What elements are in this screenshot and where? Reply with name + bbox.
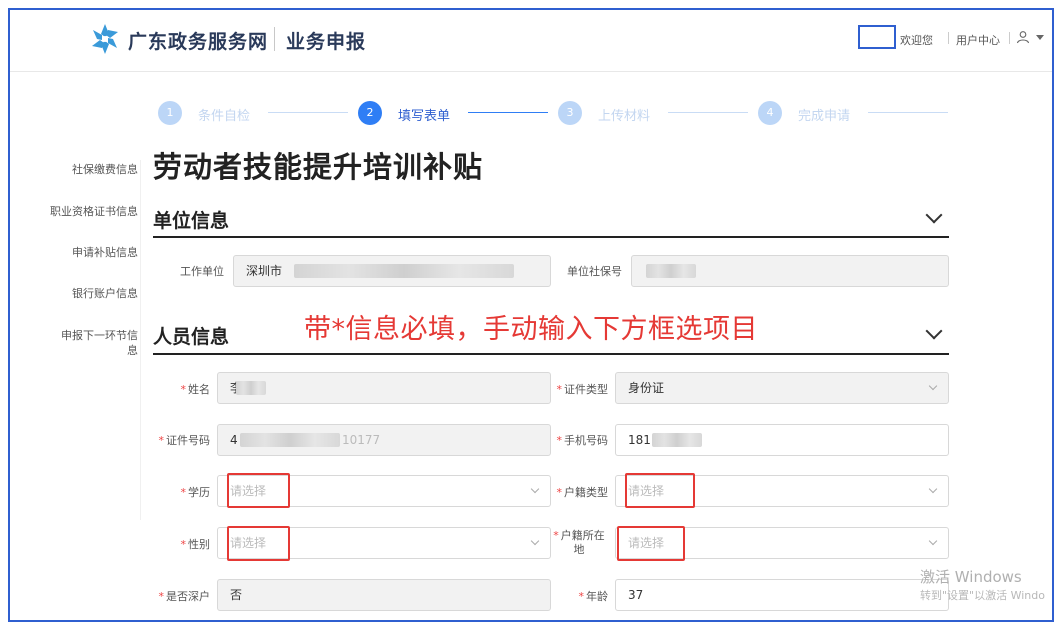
work-unit-value: 深圳市 [246,264,283,278]
header-separator [948,32,949,44]
highlight-box [227,473,290,508]
chevron-down-icon[interactable] [1036,35,1044,40]
section-divider [153,236,949,238]
step-label: 完成申请 [798,109,851,124]
top-header: 广东政务服务网 业务申报 欢迎您 用户中心 [10,10,1052,72]
household-type-label: * 户籍类型 [556,486,609,499]
user-icon[interactable] [1016,30,1030,44]
header-divider [274,27,275,51]
redacted-text [294,264,514,278]
collapse-chevron-icon[interactable] [925,206,943,224]
step-label: 填写表单 [398,109,451,124]
section-name: 业务申报 [286,31,367,53]
site-name[interactable]: 广东政务服务网 [128,27,268,54]
chevron-down-icon [530,536,540,546]
step-number: 2 [358,101,382,125]
step-label: 条件自检 [198,109,251,124]
section-divider [153,353,949,355]
age-value: 37 [628,588,644,602]
redacted-text [646,264,696,278]
name-label: * 姓名 [180,383,211,396]
step-number: 3 [558,101,582,125]
phone-label: * 手机号码 [556,434,609,447]
highlight-box [617,526,685,561]
chevron-down-icon [928,484,938,494]
phone-value: 181 [628,433,651,447]
id-no-field: 4 10177 [217,424,551,456]
nav-divider [140,160,141,520]
highlight-box [227,526,290,561]
collapse-chevron-icon[interactable] [925,322,943,340]
sidenav-item-bank[interactable]: 银行账户信息 [46,286,138,301]
sidenav-item-subsidy[interactable]: 申请补贴信息 [46,245,138,260]
sz-household-label: * 是否深户 [158,590,211,603]
sz-household-value: 否 [230,588,243,602]
sz-household-field: 否 [217,579,551,611]
app-frame: 广东政务服务网 业务申报 欢迎您 用户中心 1 条件自检 2 填写表单 3 上传… [8,8,1054,622]
age-field: 37 [615,579,949,611]
step-connector [468,112,548,113]
id-type-label: * 证件类型 [556,383,609,396]
unit-social-no-label: 单位社保号 [567,265,622,278]
user-center-link[interactable]: 用户中心 [956,32,1000,48]
chevron-down-icon [928,536,938,546]
chevron-down-icon [928,381,938,391]
id-no-value: 4 [230,433,238,447]
id-type-select: 身份证 [615,372,949,404]
work-unit-field: 深圳市 [233,255,551,287]
step-connector [268,112,348,113]
gov-logo-icon [92,24,118,54]
redacted-text [236,381,266,395]
sidenav-item-next-step[interactable]: 申报下一环节信息 [56,328,138,358]
step-number: 1 [158,101,182,125]
redacted-text [240,433,340,447]
page-title: 劳动者技能提升培训补贴 [153,150,484,184]
step-label: 上传材料 [598,109,651,124]
person-section-title: 人员信息 [153,326,230,348]
step-connector [668,112,748,113]
id-type-value: 身份证 [628,381,665,395]
phone-input[interactable]: 181 [615,424,949,456]
unit-section-title: 单位信息 [153,210,230,232]
step-number: 4 [758,101,782,125]
gender-label: * 性别 [180,538,211,551]
activation-watermark-sub: 转到"设置"以激活 Windo [920,589,1045,602]
step-connector [868,112,948,113]
household-loc-label: * 户籍所在地 [553,529,605,556]
header-separator [1009,32,1010,44]
annotation-text: 带*信息必填，手动输入下方框选项目 [304,314,758,345]
id-no-tail: 10177 [342,433,381,447]
activation-watermark: 激活 Windows [920,568,1022,586]
sidenav-item-qualification[interactable]: 职业资格证书信息 [50,204,138,219]
highlight-box [625,473,695,508]
redacted-text [652,433,702,447]
age-label: * 年龄 [578,590,609,603]
name-field: 李 [217,372,551,404]
education-label: * 学历 [180,486,211,499]
sidenav-item-social-security[interactable]: 社保缴费信息 [46,162,138,177]
progress-steps: 1 条件自检 2 填写表单 3 上传材料 4 完成申请 [158,100,948,126]
id-no-label: * 证件号码 [158,434,211,447]
work-unit-label: 工作单位 [180,265,224,278]
unit-social-no-field [631,255,949,287]
welcome-text: 欢迎您 [900,34,933,47]
highlight-box [858,25,896,49]
